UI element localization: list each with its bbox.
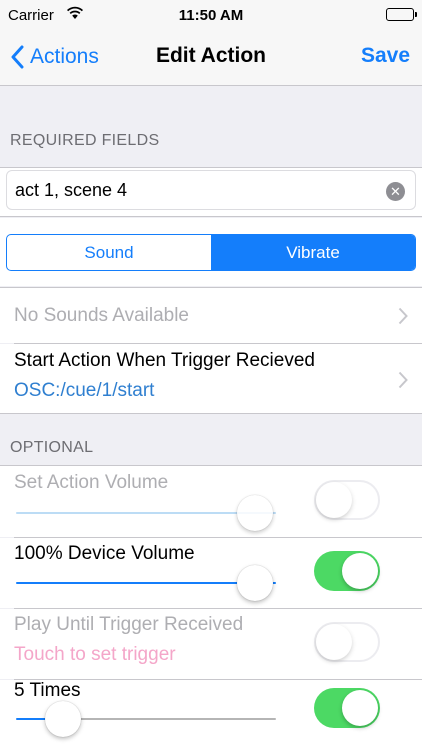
action-name-value: act 1, scene 4	[15, 179, 128, 200]
play-until-row: Play Until Trigger Received Touch to set…	[0, 609, 422, 679]
set-trigger-link[interactable]: Touch to set trigger	[14, 644, 176, 666]
action-volume-row: Set Action Volume	[0, 465, 422, 537]
play-until-toggle[interactable]	[314, 622, 380, 662]
segment-sound[interactable]: Sound	[7, 235, 211, 270]
play-until-label: Play Until Trigger Received	[14, 614, 244, 635]
chevron-right-icon	[398, 371, 408, 389]
sound-row-label: No Sounds Available	[14, 305, 189, 326]
device-volume-toggle[interactable]	[314, 551, 380, 591]
action-name-field[interactable]: act 1, scene 4 ✕	[6, 170, 416, 210]
trigger-row-value: OSC:/cue/1/start	[14, 380, 155, 401]
status-bar: Carrier 11:50 AM	[0, 0, 422, 30]
page-title: Edit Action	[155, 44, 267, 67]
device-volume-slider-thumb[interactable]	[237, 565, 274, 601]
alert-type-segmented-control[interactable]: Sound Vibrate	[6, 234, 416, 271]
repeat-slider-track	[66, 718, 276, 720]
device-volume-label: 100% Device Volume	[14, 543, 195, 564]
navigation-bar: Actions Edit Action Save	[0, 30, 422, 86]
action-volume-toggle[interactable]	[314, 480, 380, 520]
device-volume-row: 100% Device Volume	[0, 538, 422, 608]
sound-row[interactable]: No Sounds Available	[0, 287, 422, 343]
repeat-toggle[interactable]	[314, 688, 380, 728]
chevron-right-icon	[398, 307, 408, 325]
name-row: act 1, scene 4 ✕	[0, 167, 422, 217]
clock: 11:50 AM	[178, 7, 244, 24]
repeat-slider-thumb[interactable]	[44, 701, 81, 737]
section-header-optional: OPTIONAL	[10, 439, 94, 456]
repeat-row: 5 Times	[0, 680, 422, 750]
segment-vibrate[interactable]: Vibrate	[211, 235, 415, 270]
section-header-required: REQUIRED FIELDS	[10, 132, 160, 149]
trigger-row-title: Start Action When Trigger Recieved	[14, 350, 315, 371]
action-volume-slider-thumb[interactable]	[237, 495, 274, 531]
trigger-row[interactable]: Start Action When Trigger Recieved OSC:/…	[0, 344, 422, 414]
battery-icon	[386, 8, 417, 21]
action-volume-label: Set Action Volume	[14, 472, 169, 493]
save-button[interactable]: Save	[361, 44, 410, 68]
alert-type-row: Sound Vibrate	[0, 218, 422, 286]
repeat-label: 5 Times	[14, 680, 81, 701]
clear-icon[interactable]: ✕	[386, 182, 405, 201]
